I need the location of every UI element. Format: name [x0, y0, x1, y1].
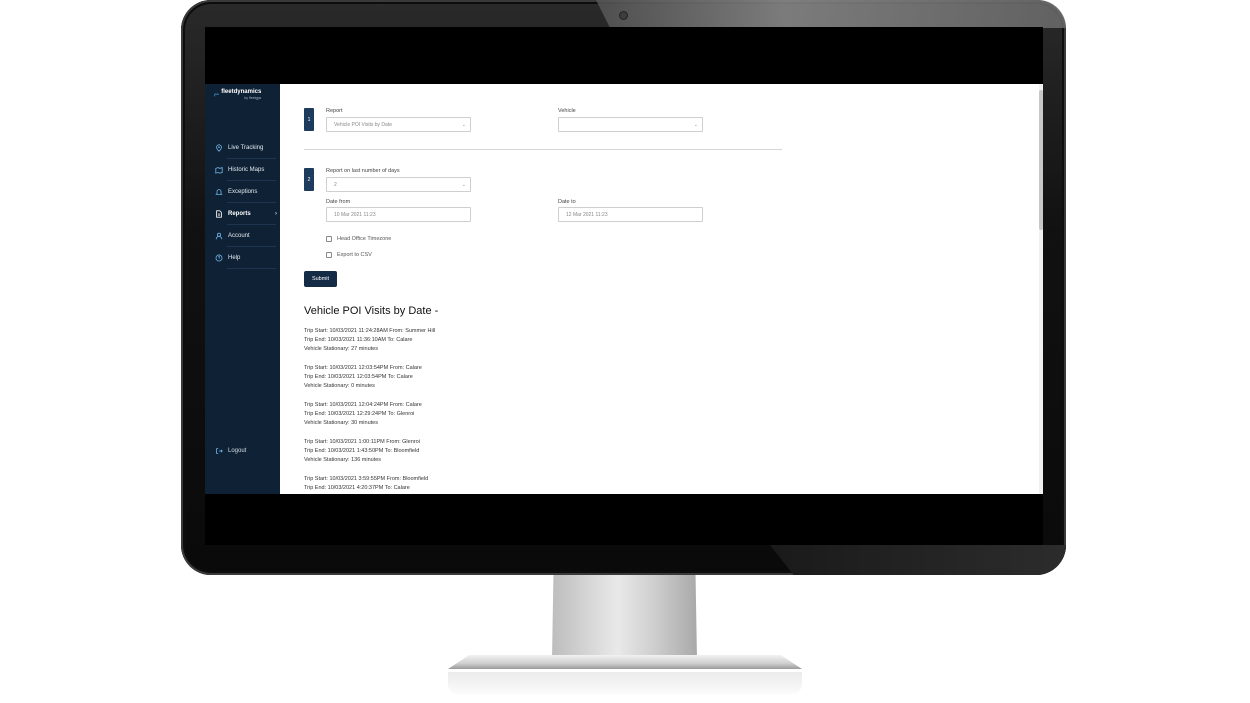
trip-stationary: Vehicle Stationary: 0 minutes — [304, 383, 375, 389]
vehicle-label: Vehicle — [558, 108, 576, 114]
date-to-input[interactable]: 12 Mar 2021 11:23 — [558, 207, 703, 222]
days-label: Report on last number of days — [326, 168, 400, 174]
monitor-glare-bottom — [770, 545, 1066, 575]
document-icon — [214, 210, 223, 219]
sidebar: ⌐ fleetdynamics by fleetgps Live Trackin… — [205, 84, 280, 494]
webcam-icon — [619, 11, 628, 20]
sidebar-item-label: Help — [228, 255, 241, 261]
trip-end: Trip End: 10/03/2021 11:36:10AM To: Cala… — [304, 337, 413, 343]
export-csv-option[interactable]: Export to CSV — [326, 252, 372, 258]
report-select[interactable]: Vehicle POI Visits by Date ⌄ — [326, 117, 471, 132]
date-from-value: 10 Mar 2021 11:23 — [334, 211, 376, 218]
list-item: Trip Start: 10/03/2021 12:03:54PM From: … — [304, 364, 435, 391]
section-divider — [304, 149, 782, 150]
sidebar-item-label: Exceptions — [228, 189, 258, 195]
sidebar-item-label: Reports — [228, 211, 251, 217]
date-to-label: Date to — [558, 199, 576, 205]
chevron-right-icon: › — [275, 211, 277, 217]
step-1-badge: 1 — [304, 108, 314, 131]
sidebar-nav: Live Tracking Historic Maps Exceptions R… — [205, 137, 280, 269]
export-csv-label: Export to CSV — [337, 252, 372, 258]
sidebar-item-historic-maps[interactable]: Historic Maps — [205, 159, 280, 181]
head-office-timezone-checkbox[interactable] — [326, 236, 332, 242]
trip-start: Trip Start: 10/03/2021 1:00:11PM From: G… — [304, 439, 420, 445]
head-office-timezone-label: Head Office Timezone — [337, 236, 392, 242]
map-icon — [214, 166, 223, 175]
monitor-stand-base — [448, 655, 802, 669]
trip-end: Trip End: 10/03/2021 4:20:37PM To: Calar… — [304, 485, 410, 491]
trip-stationary: Vehicle Stationary: 30 minutes — [304, 420, 378, 426]
trip-end: Trip End: 10/03/2021 1:43:50PM To: Bloom… — [304, 448, 420, 454]
sidebar-item-label: Historic Maps — [228, 167, 265, 173]
report-label: Report — [326, 108, 343, 114]
user-icon — [214, 232, 223, 241]
trip-start: Trip Start: 10/03/2021 11:24:28AM From: … — [304, 328, 436, 334]
trip-start: Trip Start: 10/03/2021 12:04:24PM From: … — [304, 402, 422, 408]
monitor-glare — [596, 0, 1066, 28]
submit-button[interactable]: Submit — [304, 271, 337, 287]
sidebar-item-reports[interactable]: Reports › — [205, 203, 280, 225]
trip-start: Trip Start: 10/03/2021 12:03:54PM From: … — [304, 365, 422, 371]
location-pin-icon — [214, 144, 223, 153]
fleet-logo-icon: ⌐ — [214, 89, 220, 99]
chevron-down-icon: ⌄ — [461, 181, 466, 188]
days-select[interactable]: 2 ⌄ — [326, 177, 471, 192]
export-csv-checkbox[interactable] — [326, 252, 332, 258]
date-from-input[interactable]: 10 Mar 2021 11:23 — [326, 207, 471, 222]
sidebar-item-live-tracking[interactable]: Live Tracking — [205, 137, 280, 159]
report-title: Vehicle POI Visits by Date - — [304, 305, 439, 317]
list-item: Trip Start: 10/03/2021 3:59:55PM From: B… — [304, 475, 435, 493]
sidebar-item-exceptions[interactable]: Exceptions — [205, 181, 280, 203]
monitor-screen: ⌐ fleetdynamics by fleetgps Live Trackin… — [205, 27, 1043, 545]
date-from-label: Date from — [326, 199, 351, 205]
monitor-stand-neck — [552, 575, 697, 660]
brand-logo[interactable]: ⌐ fleetdynamics by fleetgps — [214, 89, 261, 100]
help-circle-icon — [214, 254, 223, 263]
trip-end: Trip End: 10/03/2021 12:03:54PM To: Cala… — [304, 374, 413, 380]
vehicle-select[interactable]: ⌄ — [558, 117, 703, 132]
date-to-value: 12 Mar 2021 11:23 — [566, 211, 608, 218]
brand-name: fleetdynamics — [221, 89, 262, 95]
list-item: Trip Start: 10/03/2021 11:24:28AM From: … — [304, 327, 435, 354]
list-item: Trip Start: 10/03/2021 12:04:24PM From: … — [304, 401, 435, 428]
trip-stationary: Vehicle Stationary: 136 minutes — [304, 457, 382, 463]
days-select-value: 2 — [334, 181, 337, 188]
app-window: ⌐ fleetdynamics by fleetgps Live Trackin… — [205, 84, 1043, 494]
trip-stationary: Vehicle Stationary: 27 minutes — [304, 346, 378, 352]
logout-label: Logout — [228, 447, 247, 454]
step-2-badge: 2 — [304, 168, 314, 191]
bell-icon — [214, 188, 223, 197]
scrollbar-thumb[interactable] — [1039, 90, 1043, 230]
trip-end: Trip End: 10/03/2021 12:29:24PM To: Glen… — [304, 411, 415, 417]
chevron-down-icon: ⌄ — [693, 121, 698, 128]
sidebar-item-label: Account — [228, 233, 250, 239]
logout-button[interactable]: Logout — [214, 446, 246, 455]
sidebar-item-label: Live Tracking — [228, 145, 264, 151]
chevron-down-icon: ⌄ — [461, 121, 466, 128]
trip-list: Trip Start: 10/03/2021 11:24:28AM From: … — [304, 327, 435, 494]
list-item: Trip Start: 10/03/2021 1:00:11PM From: G… — [304, 438, 435, 465]
logout-icon — [214, 446, 223, 455]
trip-start: Trip Start: 10/03/2021 3:59:55PM From: B… — [304, 476, 429, 482]
main-content: 1 Report Vehicle POI Visits by Date ⌄ Ve… — [280, 84, 1043, 494]
sidebar-item-account[interactable]: Account — [205, 225, 280, 247]
monitor-stand-reflection — [448, 672, 802, 694]
brand-byline: by fleetgps — [244, 96, 262, 100]
main-scrollbar[interactable] — [1039, 84, 1043, 494]
head-office-timezone-option[interactable]: Head Office Timezone — [326, 236, 391, 242]
report-select-value: Vehicle POI Visits by Date — [334, 121, 392, 128]
sidebar-item-help[interactable]: Help — [205, 247, 280, 269]
